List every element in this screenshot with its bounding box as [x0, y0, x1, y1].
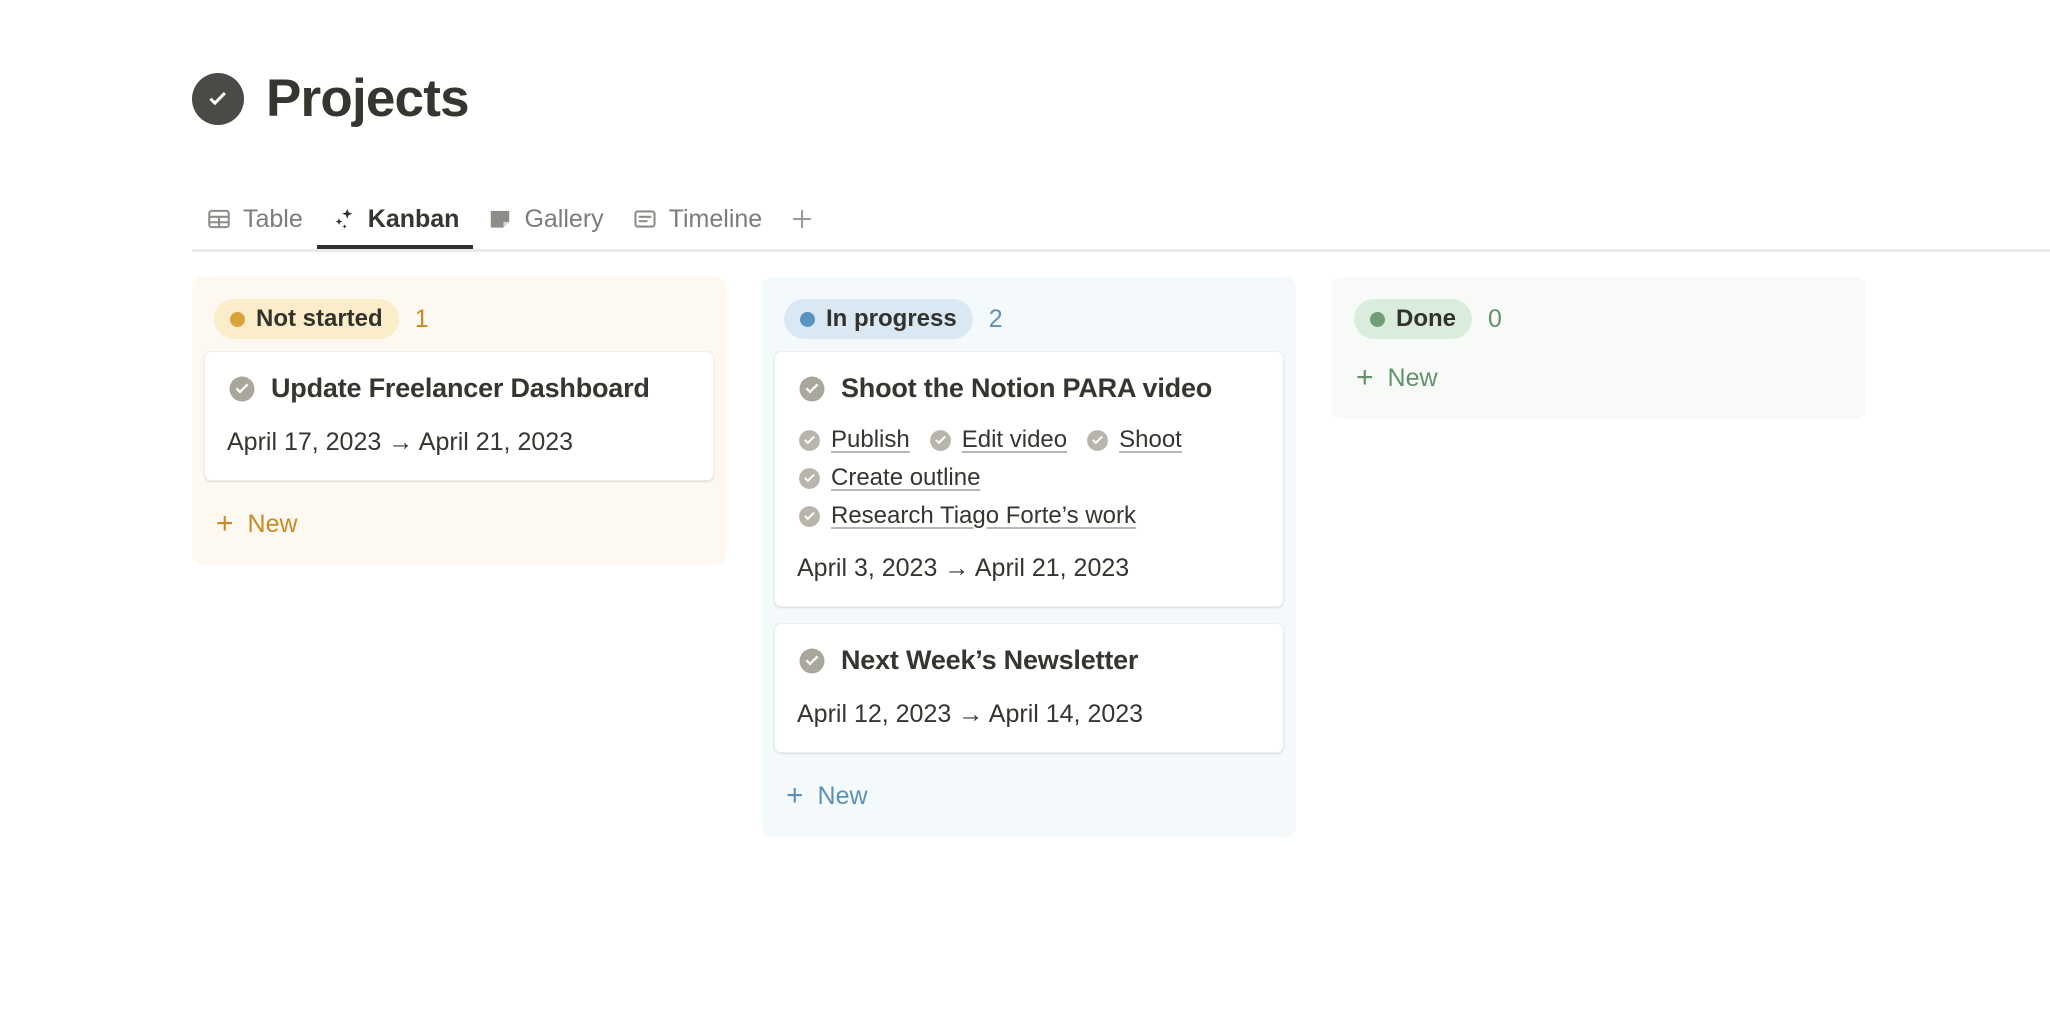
check-circle-icon: [797, 504, 822, 529]
kanban-card[interactable]: Shoot the Notion PARA video Publish: [774, 351, 1284, 607]
kanban-column-not-started: Not started 1 Update Freelancer Dashboar…: [192, 277, 726, 565]
tab-timeline-label: Timeline: [669, 205, 763, 234]
subitem-row: Publish Edit video: [797, 426, 1261, 454]
card-title-row: Next Week’s Newsletter: [797, 645, 1261, 676]
kanban-page: Projects Table Kanban: [0, 0, 2050, 1034]
subitem-label: Edit video: [962, 426, 1067, 454]
card-title-row: Update Freelancer Dashboard: [227, 373, 691, 404]
column-count: 1: [415, 305, 429, 334]
check-circle-icon: [797, 466, 822, 491]
subitem-row: Research Tiago Forte’s work: [797, 502, 1261, 530]
new-label: New: [818, 782, 868, 811]
column-header-in-progress: In progress 2: [774, 289, 1284, 351]
status-badge-in-progress[interactable]: In progress: [784, 299, 973, 339]
kanban-card[interactable]: Update Freelancer Dashboard April 17, 20…: [204, 351, 714, 481]
subitem-label: Research Tiago Forte’s work: [831, 502, 1136, 530]
subitem-link[interactable]: Research Tiago Forte’s work: [797, 502, 1136, 530]
status-badge-not-started[interactable]: Not started: [214, 299, 399, 339]
new-card-button-not-started[interactable]: + New: [204, 497, 714, 551]
table-grid-icon: [206, 206, 232, 232]
status-label: In progress: [826, 305, 957, 333]
card-title: Next Week’s Newsletter: [841, 645, 1138, 676]
page-title: Projects: [266, 72, 469, 125]
card-date-range: April 3, 2023 → April 21, 2023: [797, 554, 1261, 583]
subitem-link[interactable]: Shoot: [1085, 426, 1182, 454]
new-card-button-done[interactable]: + New: [1344, 351, 1854, 405]
subitem-row: Create outline: [797, 464, 1261, 492]
status-dot-icon: [800, 312, 815, 327]
check-circle-icon: [797, 374, 827, 404]
plus-icon: +: [786, 781, 804, 811]
kanban-column-in-progress: In progress 2 Shoot the Notion PARA vide…: [762, 277, 1296, 837]
view-tabs: Table Kanban Gallery Timel: [192, 188, 828, 250]
subitem-label: Shoot: [1119, 426, 1182, 454]
check-circle-icon: [797, 646, 827, 676]
check-circle-icon: [797, 428, 822, 453]
card-subitems: Publish Edit video: [797, 426, 1261, 530]
check-circle-icon: [928, 428, 953, 453]
column-count: 2: [989, 305, 1003, 334]
kanban-board: Not started 1 Update Freelancer Dashboar…: [192, 277, 1866, 837]
tab-table-label: Table: [243, 205, 303, 234]
card-title-row: Shoot the Notion PARA video: [797, 373, 1261, 404]
status-label: Not started: [256, 305, 383, 333]
column-count: 0: [1488, 305, 1502, 334]
card-date-range: April 12, 2023 → April 14, 2023: [797, 700, 1261, 729]
card-date-range: April 17, 2023 → April 21, 2023: [227, 428, 691, 457]
tab-gallery[interactable]: Gallery: [473, 188, 617, 250]
status-dot-icon: [230, 312, 245, 327]
tab-gallery-label: Gallery: [524, 205, 603, 234]
tab-table[interactable]: Table: [192, 188, 317, 250]
tab-kanban-label: Kanban: [368, 205, 460, 234]
tab-timeline[interactable]: Timeline: [618, 188, 777, 250]
status-dot-icon: [1370, 312, 1385, 327]
column-header-done: Done 0: [1344, 289, 1854, 351]
check-circle-icon: [1085, 428, 1110, 453]
kanban-column-done: Done 0 + New: [1332, 277, 1866, 419]
tab-kanban[interactable]: Kanban: [317, 188, 474, 250]
column-header-not-started: Not started 1: [204, 289, 714, 351]
kanban-card[interactable]: Next Week’s Newsletter April 12, 2023 → …: [774, 623, 1284, 753]
subitem-label: Create outline: [831, 464, 980, 492]
check-circle-icon: [227, 374, 257, 404]
new-label: New: [1388, 364, 1438, 393]
card-title: Update Freelancer Dashboard: [271, 373, 650, 404]
gallery-card-icon: [487, 206, 513, 232]
card-title: Shoot the Notion PARA video: [841, 373, 1212, 404]
page-title-row: Projects: [192, 72, 469, 125]
timeline-list-icon: [632, 206, 658, 232]
new-label: New: [248, 510, 298, 539]
new-card-button-in-progress[interactable]: + New: [774, 769, 1284, 823]
subitem-label: Publish: [831, 426, 910, 454]
tabs-divider: [192, 249, 2050, 252]
sparkles-icon: [331, 206, 357, 232]
subitem-link[interactable]: Create outline: [797, 464, 980, 492]
plus-icon: +: [216, 509, 234, 539]
add-view-button[interactable]: [776, 188, 828, 250]
status-badge-done[interactable]: Done: [1354, 299, 1472, 339]
check-circle-icon: [192, 73, 244, 125]
subitem-link[interactable]: Publish: [797, 426, 910, 454]
subitem-link[interactable]: Edit video: [928, 426, 1067, 454]
plus-icon: [788, 205, 816, 233]
plus-icon: +: [1356, 363, 1374, 393]
status-label: Done: [1396, 305, 1456, 333]
